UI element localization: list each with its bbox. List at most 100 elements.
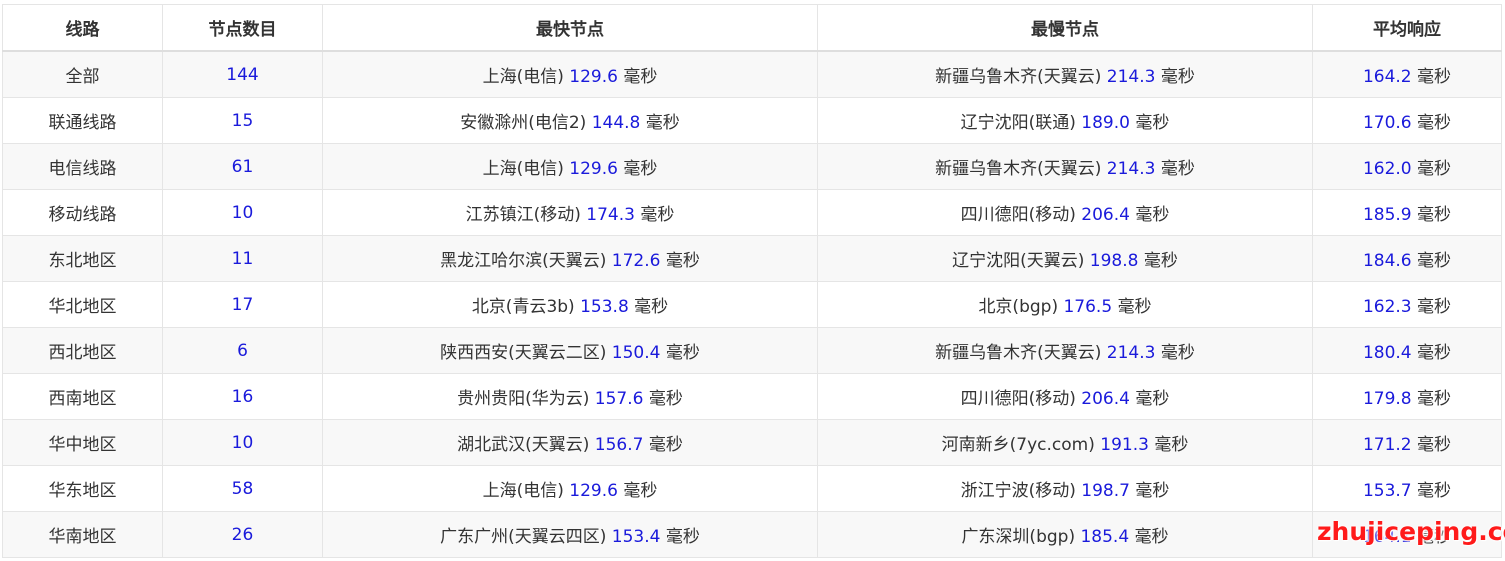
- cell-fastest-node: 上海(电信) 129.6 毫秒: [322, 50, 818, 98]
- header-row: 线路 节点数目 最快节点 最慢节点 平均响应: [2, 4, 1502, 52]
- ms-unit: 毫秒: [623, 159, 658, 179]
- cell-line: 东北地区: [2, 235, 163, 282]
- ms-unit: 毫秒: [1417, 113, 1452, 133]
- cell-fastest-node: 贵州贵阳(华为云) 157.6 毫秒: [322, 373, 818, 420]
- slowest-node-name: 四川德阳(移动): [960, 205, 1076, 225]
- line-name: 西北地区: [48, 343, 117, 363]
- fastest-node-name: 北京(青云3b): [471, 297, 575, 317]
- fastest-node-name: 贵州贵阳(华为云): [457, 389, 590, 409]
- fastest-node-name: 上海(电信): [482, 159, 564, 179]
- line-name: 华北地区: [48, 297, 117, 317]
- slowest-node-ms: 214.3: [1106, 159, 1156, 179]
- header-slowest-node: 最慢节点: [817, 4, 1313, 52]
- table-row: 华东地区 58 上海(电信) 129.6 毫秒 浙江宁波(移动) 198.7 毫秒 15…: [2, 465, 1502, 512]
- cell-fastest-node: 安徽滁州(电信2) 144.8 毫秒: [322, 97, 818, 144]
- cell-slowest-node: 新疆乌鲁木齐(天翼云) 214.3 毫秒: [817, 50, 1313, 98]
- average-ms: 171.2: [1362, 435, 1412, 455]
- cell-fastest-node: 湖北武汉(天翼云) 156.7 毫秒: [322, 419, 818, 466]
- node-count: 26: [231, 524, 254, 545]
- fastest-node-ms: 156.7: [594, 435, 644, 455]
- table-row: 西南地区 16 贵州贵阳(华为云) 157.6 毫秒 四川德阳(移动) 206.4 毫…: [2, 373, 1502, 420]
- table-row: 联通线路 15 安徽滁州(电信2) 144.8 毫秒 辽宁沈阳(联通) 189.0 毫…: [2, 97, 1502, 144]
- ms-unit: 毫秒: [1417, 481, 1452, 501]
- fastest-node-name: 陕西西安(天翼云二区): [440, 343, 607, 363]
- cell-line: 华中地区: [2, 419, 163, 466]
- cell-node-count: 61: [162, 143, 323, 190]
- average-ms: 185.9: [1362, 205, 1412, 225]
- cell-fastest-node: 上海(电信) 129.6 毫秒: [322, 143, 818, 190]
- header-average-response: 平均响应: [1312, 4, 1502, 52]
- cell-average-response: 153.7 毫秒: [1312, 465, 1502, 512]
- ms-unit: 毫秒: [623, 67, 658, 87]
- ms-unit: 毫秒: [648, 389, 683, 409]
- average-ms: 162.0: [1362, 159, 1412, 179]
- node-count: 10: [231, 432, 254, 453]
- node-count: 144: [226, 64, 259, 85]
- slowest-node-name: 新疆乌鲁木齐(天翼云): [935, 67, 1102, 87]
- cell-node-count: 17: [162, 281, 323, 328]
- cell-line: 西北地区: [2, 327, 163, 374]
- ms-unit: 毫秒: [623, 481, 658, 501]
- cell-average-response: 185.9 毫秒: [1312, 189, 1502, 236]
- ms-unit: 毫秒: [1160, 343, 1195, 363]
- ms-unit: 毫秒: [665, 527, 700, 547]
- cell-average-response: 184.6 毫秒: [1312, 235, 1502, 282]
- average-ms: 179.8: [1362, 389, 1412, 409]
- fastest-node-ms: 129.6: [569, 159, 618, 179]
- node-count: 16: [231, 386, 254, 407]
- cell-slowest-node: 新疆乌鲁木齐(天翼云) 214.3 毫秒: [817, 327, 1313, 374]
- table-row: 全部 144 上海(电信) 129.6 毫秒 新疆乌鲁木齐(天翼云) 214.3 毫秒…: [2, 50, 1502, 98]
- ms-unit: 毫秒: [665, 251, 700, 271]
- fastest-node-ms: 157.6: [594, 389, 644, 409]
- cell-average-response: 162.0 毫秒: [1312, 143, 1502, 190]
- slowest-node-ms: 206.4: [1081, 205, 1130, 225]
- cell-node-count: 58: [162, 465, 323, 512]
- fastest-node-name: 黑龙江哈尔滨(天翼云): [440, 251, 607, 271]
- cell-slowest-node: 北京(bgp) 176.5 毫秒: [817, 281, 1313, 328]
- fastest-node-ms: 174.3: [586, 205, 635, 225]
- average-ms: 153.7: [1362, 481, 1412, 501]
- slowest-node-ms: 206.4: [1081, 389, 1130, 409]
- ms-unit: 毫秒: [1143, 251, 1178, 271]
- cell-slowest-node: 辽宁沈阳(天翼云) 198.8 毫秒: [817, 235, 1313, 282]
- cell-slowest-node: 四川德阳(移动) 206.4 毫秒: [817, 373, 1313, 420]
- cell-fastest-node: 北京(青云3b) 153.8 毫秒: [322, 281, 818, 328]
- fastest-node-name: 江苏镇江(移动): [465, 205, 581, 225]
- ms-unit: 毫秒: [1417, 67, 1452, 87]
- node-count: 61: [231, 156, 254, 177]
- ms-unit: 毫秒: [1417, 159, 1452, 179]
- cell-average-response: 179.8 毫秒: [1312, 373, 1502, 420]
- slowest-node-name: 新疆乌鲁木齐(天翼云): [935, 343, 1102, 363]
- line-name: 电信线路: [48, 159, 117, 179]
- table-body: 全部 144 上海(电信) 129.6 毫秒 新疆乌鲁木齐(天翼云) 214.3 毫秒…: [2, 50, 1502, 558]
- slowest-node-ms: 214.3: [1106, 67, 1156, 87]
- slowest-node-name: 河南新乡(7yc.com): [941, 435, 1095, 455]
- ms-unit: 毫秒: [1135, 481, 1170, 501]
- node-count: 10: [231, 202, 254, 223]
- ms-unit: 毫秒: [1417, 251, 1452, 271]
- cell-line: 联通线路: [2, 97, 163, 144]
- fastest-node-name: 上海(电信): [482, 67, 564, 87]
- ms-unit: 毫秒: [1154, 435, 1189, 455]
- latency-table: 线路 节点数目 最快节点 最慢节点 平均响应 全部 144 上海(电信) 129.6…: [2, 4, 1502, 558]
- slowest-node-ms: 189.0: [1081, 113, 1130, 133]
- cell-slowest-node: 浙江宁波(移动) 198.7 毫秒: [817, 465, 1313, 512]
- slowest-node-ms: 191.3: [1100, 435, 1149, 455]
- cell-node-count: 6: [162, 327, 323, 374]
- cell-slowest-node: 辽宁沈阳(联通) 189.0 毫秒: [817, 97, 1313, 144]
- cell-node-count: 10: [162, 419, 323, 466]
- table-row: 移动线路 10 江苏镇江(移动) 174.3 毫秒 四川德阳(移动) 206.4 毫秒…: [2, 189, 1502, 236]
- ms-unit: 毫秒: [1160, 159, 1195, 179]
- slowest-node-name: 辽宁沈阳(联通): [960, 113, 1076, 133]
- slowest-node-ms: 198.7: [1081, 481, 1130, 501]
- table-row: 华南地区 26 广东广州(天翼云四区) 153.4 毫秒 广东深圳(bgp) 185.…: [2, 511, 1502, 558]
- table-row: 华北地区 17 北京(青云3b) 153.8 毫秒 北京(bgp) 176.5 毫秒 1…: [2, 281, 1502, 328]
- table-row: 华中地区 10 湖北武汉(天翼云) 156.7 毫秒 河南新乡(7yc.com) 19…: [2, 419, 1502, 466]
- cell-slowest-node: 河南新乡(7yc.com) 191.3 毫秒: [817, 419, 1313, 466]
- ms-unit: 毫秒: [1417, 389, 1452, 409]
- fastest-node-ms: 144.8: [591, 113, 641, 133]
- header-line: 线路: [2, 4, 163, 52]
- cell-line: 华北地区: [2, 281, 163, 328]
- ms-unit: 毫秒: [1135, 113, 1170, 133]
- ms-unit: 毫秒: [1417, 343, 1452, 363]
